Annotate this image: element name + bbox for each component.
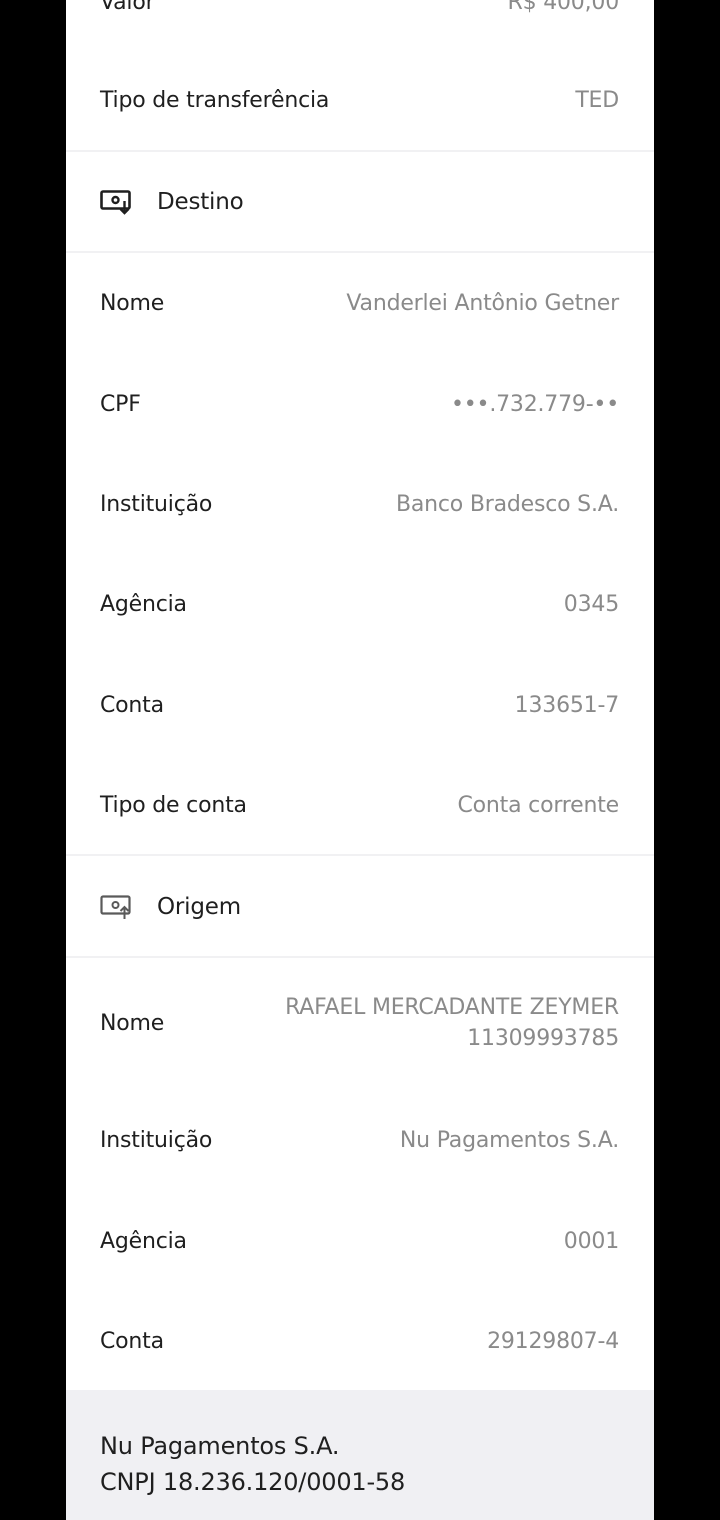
transfer-type-row: Tipo de transferência TED (66, 78, 654, 122)
divider (66, 150, 654, 152)
origin-institution-label: Instituição (100, 1127, 213, 1153)
value-label: Valor (100, 0, 155, 15)
origin-account-value: 29129807-4 (487, 1328, 619, 1354)
origin-agency-value: 0001 (563, 1228, 619, 1254)
destination-agency-row: Agência 0345 (66, 582, 654, 626)
money-in-icon (100, 189, 134, 215)
transfer-type-label: Tipo de transferência (100, 87, 330, 113)
destination-account-label: Conta (100, 692, 164, 718)
origin-account-label: Conta (100, 1328, 164, 1354)
destination-agency-label: Agência (100, 591, 187, 617)
issuer-footer: Nu Pagamentos S.A. CNPJ 18.236.120/0001-… (66, 1390, 654, 1520)
origin-account-row: Conta 29129807-4 (66, 1319, 654, 1363)
value-row: Valor R$ 400,00 (66, 0, 654, 22)
destination-name-value: Vanderlei Antônio Getner (346, 290, 619, 316)
destination-agency-value: 0345 (563, 591, 619, 617)
destination-account-row: Conta 133651-7 (66, 683, 654, 727)
origin-title: Origem (157, 894, 241, 920)
origin-agency-row: Agência 0001 (66, 1219, 654, 1263)
destination-cpf-label: CPF (100, 391, 141, 417)
issuer-cnpj: CNPJ 18.236.120/0001-58 (100, 1468, 406, 1496)
destination-title: Destino (157, 189, 244, 215)
destination-cpf-value: •••.732.779-•• (451, 391, 619, 417)
divider (66, 251, 654, 253)
money-out-icon (100, 894, 134, 920)
destination-header: Destino (66, 180, 654, 224)
origin-name-value: RAFAEL MERCADANTE ZEYMER 11309993785 (285, 995, 619, 1051)
destination-institution-label: Instituição (100, 491, 213, 517)
destination-name-label: Nome (100, 290, 165, 316)
transfer-type-value: TED (575, 87, 619, 113)
origin-institution-value: Nu Pagamentos S.A. (399, 1127, 619, 1153)
destination-account-value: 133651-7 (514, 692, 620, 718)
origin-agency-label: Agência (100, 1228, 187, 1254)
destination-cpf-row: CPF •••.732.779-•• (66, 382, 654, 426)
destination-institution-value: Banco Bradesco S.A. (395, 491, 619, 517)
divider (66, 854, 654, 856)
origin-institution-row: Instituição Nu Pagamentos S.A. (66, 1118, 654, 1162)
destination-institution-row: Instituição Banco Bradesco S.A. (66, 482, 654, 526)
origin-name-row: Nome RAFAEL MERCADANTE ZEYMER 1130999378… (66, 990, 654, 1056)
divider (66, 956, 654, 958)
origin-header: Origem (66, 885, 654, 929)
destination-name-row: Nome Vanderlei Antônio Getner (66, 281, 654, 325)
destination-account-type-label: Tipo de conta (100, 792, 247, 818)
receipt-page: Valor R$ 400,00 Tipo de transferência TE… (66, 0, 654, 1520)
issuer-company: Nu Pagamentos S.A. (100, 1432, 340, 1460)
origin-name-label: Nome (100, 1010, 165, 1036)
value-amount: R$ 400,00 (507, 0, 620, 15)
destination-account-type-value: Conta corrente (457, 792, 620, 818)
destination-account-type-row: Tipo de conta Conta corrente (66, 783, 654, 827)
